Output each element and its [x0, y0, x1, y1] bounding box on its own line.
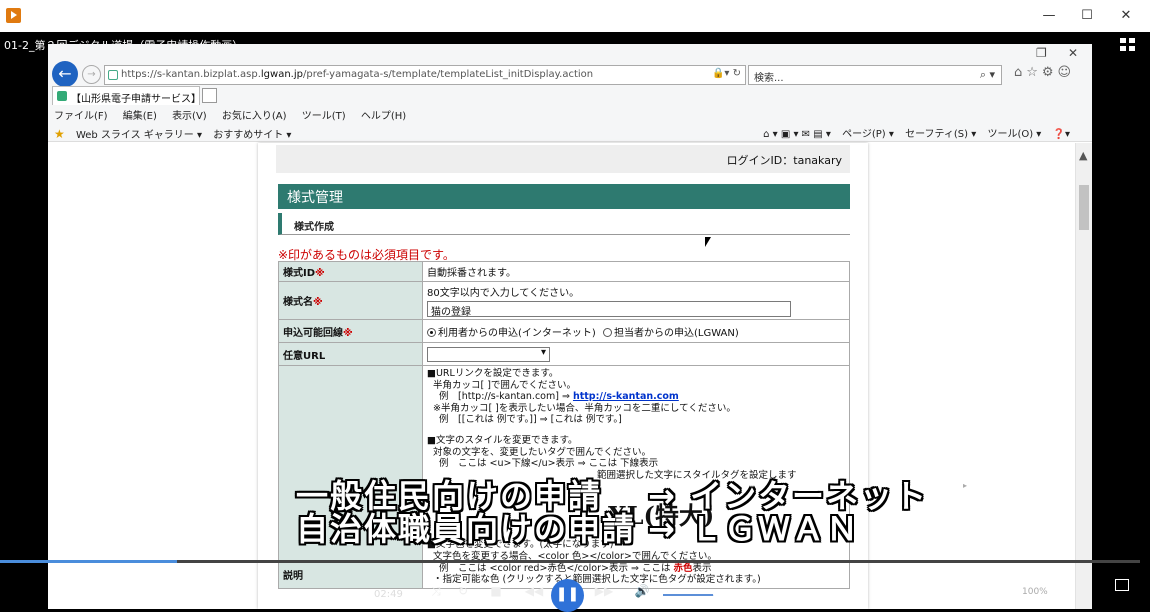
- menu-file[interactable]: ファイル(F): [54, 111, 108, 122]
- command-bar: ⌂ ▾ ▣ ▾ ✉ ▤ ▾ ページ(P) ▾ セーフティ(S) ▾ ツール(O)…: [755, 125, 1070, 140]
- route-internet-radio[interactable]: [427, 327, 436, 337]
- menu-help[interactable]: ヘルプ(H): [361, 111, 406, 122]
- favorites-star-icon[interactable]: ★: [54, 127, 65, 141]
- page-scrollbar[interactable]: ▲: [1075, 143, 1092, 609]
- mouse-cursor-icon: [705, 237, 711, 247]
- form-name-label: 様式名※: [278, 281, 423, 320]
- playlist-grid-icon[interactable]: [1120, 38, 1136, 52]
- zoom-level: 100%: [1022, 587, 1048, 597]
- desc-line: 半角カッコ[ ]で囲んでください。: [433, 379, 576, 391]
- seek-bar[interactable]: [0, 560, 1140, 563]
- pause-button[interactable]: ❚❚: [551, 579, 584, 612]
- desc-line: 例 ここは <u>下線</u>表示 ⇒ ここは 下線表示: [439, 458, 659, 470]
- form-id-label: 様式ID※: [278, 261, 423, 282]
- menu-edit[interactable]: 編集(E): [123, 111, 157, 122]
- home-favorites-settings-icons[interactable]: ⌂☆⚙☺: [1014, 65, 1075, 80]
- forward-button[interactable]: →: [82, 65, 101, 84]
- search-placeholder: 検索...: [754, 73, 784, 84]
- example-link[interactable]: http://s-kantan.com: [573, 391, 679, 402]
- lock-refresh-icons[interactable]: 🔒▾ ↻: [712, 68, 741, 79]
- desc-line: 対象の文字を、変更したいタグで囲んでください。: [433, 446, 652, 458]
- tab-title: 【山形県電子申請サービス】様...: [71, 94, 200, 105]
- fav-suggested-sites[interactable]: おすすめサイト ▾: [213, 130, 291, 141]
- shuffle-icon[interactable]: ⤨: [426, 584, 446, 599]
- caption-line-2-right: → ＬＧＷＡＮ: [648, 510, 860, 548]
- page-icon: [108, 70, 118, 80]
- scroll-up-icon[interactable]: ▲: [1079, 149, 1087, 162]
- volume-handle[interactable]: [713, 591, 720, 598]
- url-prefix: https://s-kantan.bizplat.asp.: [121, 69, 261, 80]
- previous-icon[interactable]: ◀◀: [524, 584, 544, 598]
- form-name-hint: 80文字以内で入力してください。: [427, 288, 580, 299]
- back-button[interactable]: ←: [52, 61, 78, 87]
- browser-close-button[interactable]: ✕: [1068, 46, 1078, 60]
- caption-line-2-left: 自治体職員向けの申請: [296, 510, 637, 548]
- search-icon[interactable]: ⌕ ▾: [980, 68, 995, 82]
- video-cursor-icon: ▸: [963, 481, 968, 490]
- form-id-value: 自動採番されます。: [422, 261, 850, 282]
- cmd-page[interactable]: ページ(P) ▾: [842, 129, 894, 140]
- scroll-thumb[interactable]: [1079, 185, 1089, 230]
- login-id: ログインID：tanakary: [276, 145, 850, 173]
- route-internet-label[interactable]: 利用者からの申込(インターネット): [438, 328, 596, 339]
- seek-progress: [0, 560, 177, 563]
- repeat-icon[interactable]: ↻: [453, 584, 473, 598]
- url-domain: lgwan.jp: [260, 69, 303, 80]
- desc-line: 例 [http://s-kantan.com] ⇒ http://s-kanta…: [439, 391, 679, 403]
- form-name-input[interactable]: 猫の登録: [427, 301, 791, 318]
- cmd-tools[interactable]: ツール(O) ▾: [987, 129, 1041, 140]
- menu-bar: ファイル(F) 編集(E) 表示(V) お気に入り(A) ツール(T) ヘルプ(…: [54, 107, 418, 122]
- browser-toolbar: ❐ ✕ ← → https://s-kantan.bizplat.asp.lgw…: [48, 44, 1092, 142]
- tab-favicon: [57, 91, 67, 101]
- fullscreen-icon[interactable]: [1115, 579, 1129, 591]
- new-tab-button[interactable]: [202, 88, 217, 103]
- form-route-label: 申込可能回線※: [278, 319, 423, 343]
- route-lgwan-radio[interactable]: [603, 327, 612, 337]
- url-select[interactable]: [427, 346, 550, 362]
- next-icon[interactable]: ▶▶: [594, 584, 614, 598]
- menu-view[interactable]: 表示(V): [172, 111, 207, 122]
- menu-tools[interactable]: ツール(T): [302, 111, 346, 122]
- close-button[interactable]: ✕: [1115, 6, 1137, 26]
- desc-line: 例 [[これは 例です。]] ⇒ [これは 例です。]: [439, 414, 622, 426]
- desc-line: ■URLリンクを設定できます。: [427, 368, 559, 379]
- help-icon[interactable]: ❓▾: [1053, 129, 1070, 140]
- window-titlebar: — ☐ ✕: [0, 0, 1150, 32]
- player-controls: 02:49 ⤨ ↻ ■ ◀◀ ❚❚ ▶▶ 🔊 100%: [0, 565, 1150, 612]
- volume-icon[interactable]: 🔊: [632, 584, 652, 598]
- address-bar[interactable]: https://s-kantan.bizplat.asp.lgwan.jp/pr…: [104, 65, 746, 85]
- menu-favorites[interactable]: お気に入り(A): [222, 111, 287, 122]
- desc-line: ■文字のスタイルを変更できます。: [427, 434, 578, 446]
- section-title: 様式作成: [278, 213, 850, 235]
- browser-restore-button[interactable]: ❐: [1036, 46, 1047, 60]
- cmd-icons[interactable]: ⌂ ▾ ▣ ▾ ✉ ▤ ▾: [763, 129, 831, 140]
- form-url-label: 任意URL: [278, 342, 423, 366]
- page-title: 様式管理: [278, 184, 850, 209]
- volume-slider[interactable]: [663, 591, 720, 598]
- stop-icon[interactable]: ■: [486, 584, 506, 598]
- playback-time: 02:49: [374, 589, 403, 600]
- search-box[interactable]: 検索... ⌕ ▾: [748, 65, 1002, 85]
- fav-web-slice[interactable]: Web スライス ギャラリー ▾: [76, 130, 202, 141]
- browser-tab[interactable]: 【山形県電子申請サービス】様...: [52, 86, 200, 105]
- maximize-button[interactable]: ☐: [1076, 6, 1098, 26]
- desc-line: ※半角カッコ[ ]を表示したい場合、半角カッコを二重にしてください。: [433, 402, 736, 414]
- route-lgwan-label[interactable]: 担当者からの申込(LGWAN): [614, 328, 739, 339]
- url-path: /pref-yamagata-s/template/templateList_i…: [302, 69, 594, 80]
- cmd-safety[interactable]: セーフティ(S) ▾: [905, 129, 976, 140]
- favorites-bar: ★ Web スライス ギャラリー ▾ おすすめサイト ▾: [54, 126, 299, 141]
- media-player-app-icon: [6, 8, 21, 23]
- minimize-button[interactable]: —: [1038, 6, 1060, 26]
